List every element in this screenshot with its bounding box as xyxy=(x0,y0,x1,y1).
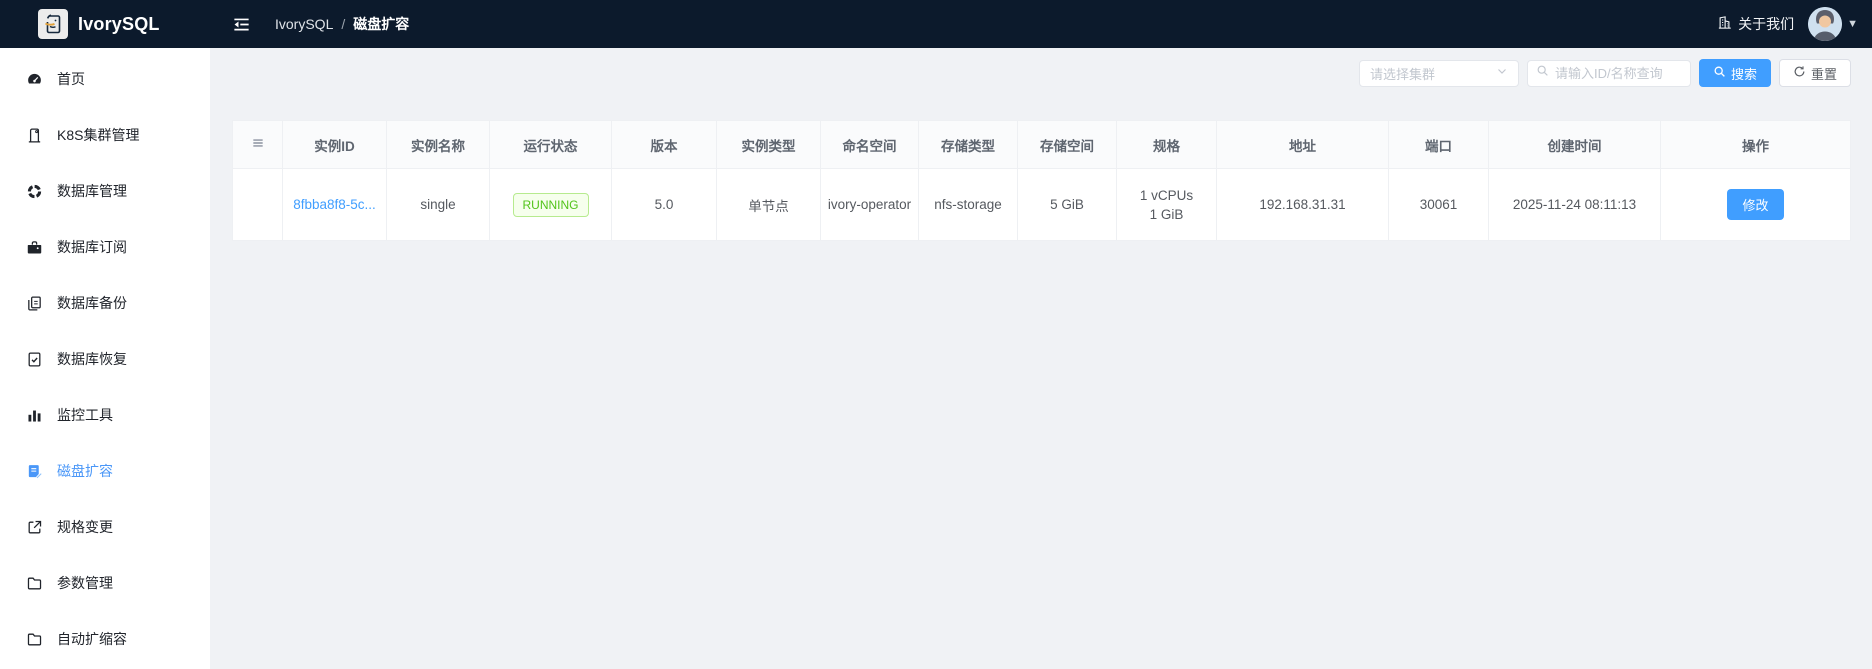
table-header-row: 实例ID 实例名称 运行状态 版本 实例类型 命名空间 存储类型 存储空间 规格… xyxy=(232,120,1851,169)
folder-icon xyxy=(26,575,43,592)
column-header-instance-id: 实例ID xyxy=(282,120,387,169)
namespace-cell: ivory-operator xyxy=(820,168,919,241)
storage-type-cell: nfs-storage xyxy=(918,168,1018,241)
search-button[interactable]: 搜索 xyxy=(1698,59,1771,87)
refresh-icon xyxy=(1793,65,1806,81)
cluster-icon xyxy=(26,127,43,144)
column-header-namespace: 命名空间 xyxy=(820,120,919,169)
sidebar-item-database-subscription[interactable]: 数据库订阅 xyxy=(0,219,210,275)
caret-down-icon: ▼ xyxy=(1847,18,1858,30)
chevron-down-icon xyxy=(1496,64,1508,82)
table-row: 8fbba8f8-5c... single RUNNING 5.0 单节点 iv… xyxy=(232,168,1851,241)
sidebar-item-k8s-clusters[interactable]: K8S集群管理 xyxy=(0,107,210,163)
sidebar: 首页 K8S集群管理 数据库管理 数据库订阅 数据库备份 数据库恢复 监控工具 … xyxy=(0,48,210,669)
brand-name: IvorySQL xyxy=(78,13,160,34)
modify-button[interactable]: 修改 xyxy=(1727,189,1784,220)
spec-change-icon xyxy=(26,519,43,536)
reset-button-label: 重置 xyxy=(1810,66,1837,82)
sidebar-item-label: 数据库恢复 xyxy=(57,351,127,367)
sidebar-item-label: 数据库管理 xyxy=(57,183,127,199)
search-icon xyxy=(1713,65,1726,81)
sidebar-item-label: 监控工具 xyxy=(57,407,113,423)
sidebar-item-label: K8S集群管理 xyxy=(57,127,140,143)
spec-vcpus: 1 vCPUs xyxy=(1139,187,1194,203)
about-us-link[interactable]: 关于我们 xyxy=(1717,14,1794,34)
restore-icon xyxy=(26,351,43,368)
sidebar-item-spec-change[interactable]: 规格变更 xyxy=(0,499,210,555)
monitor-icon xyxy=(26,407,43,424)
sidebar-item-home[interactable]: 首页 xyxy=(0,51,210,107)
column-header-status: 运行状态 xyxy=(489,120,612,169)
sidebar-item-disk-expansion[interactable]: 磁盘扩容 xyxy=(0,443,210,499)
backup-icon xyxy=(26,295,43,312)
column-header-actions: 操作 xyxy=(1660,120,1851,169)
sidebar-item-label: 数据库备份 xyxy=(57,295,127,311)
status-badge: RUNNING xyxy=(512,192,589,217)
brand[interactable]: IvorySQL xyxy=(0,9,210,39)
column-header-storage-size: 存储空间 xyxy=(1017,120,1117,169)
column-header-address: 地址 xyxy=(1216,120,1389,169)
topbar: IvorySQL IvorySQL / 磁盘扩容 关于我们 ▼ xyxy=(0,0,1872,48)
user-menu[interactable]: ▼ xyxy=(1808,7,1858,41)
sidebar-item-auto-scaling[interactable]: 自动扩缩容 xyxy=(0,611,210,667)
breadcrumb-root[interactable]: IvorySQL xyxy=(275,16,333,32)
folder-icon xyxy=(26,631,43,648)
search-button-label: 搜索 xyxy=(1730,66,1757,82)
sidebar-item-database-manage[interactable]: 数据库管理 xyxy=(0,163,210,219)
column-header-spec: 规格 xyxy=(1116,120,1217,169)
cluster-select[interactable]: 请选择集群 xyxy=(1358,59,1519,87)
avatar xyxy=(1808,7,1843,41)
sidebar-item-label: 磁盘扩容 xyxy=(57,463,113,479)
sidebar-item-label: 规格变更 xyxy=(57,519,113,535)
filter-bar: 请选择集群 搜索 重置 xyxy=(232,59,1851,87)
menu-fold-icon[interactable] xyxy=(232,15,251,34)
dashboard-icon xyxy=(26,71,43,88)
port-cell: 30061 xyxy=(1388,168,1489,241)
address-cell: 192.168.31.31 xyxy=(1216,168,1389,241)
column-header-instance-name: 实例名称 xyxy=(386,120,490,169)
instance-id-link[interactable]: 8fbba8f8-5c... xyxy=(293,197,376,212)
storage-size-cell: 5 GiB xyxy=(1017,168,1117,241)
sidebar-item-database-restore[interactable]: 数据库恢复 xyxy=(0,331,210,387)
breadcrumb-current: 磁盘扩容 xyxy=(353,16,410,32)
column-header-version: 版本 xyxy=(611,120,717,169)
breadcrumb-separator: / xyxy=(341,16,346,32)
column-header-port: 端口 xyxy=(1388,120,1489,169)
disk-expand-icon xyxy=(26,463,43,480)
column-settings-header[interactable] xyxy=(232,120,283,169)
search-icon xyxy=(1536,64,1549,82)
column-settings-icon xyxy=(251,136,265,150)
instances-table: 实例ID 实例名称 运行状态 版本 实例类型 命名空间 存储类型 存储空间 规格… xyxy=(232,120,1851,241)
search-input[interactable] xyxy=(1554,65,1682,81)
cluster-select-placeholder: 请选择集群 xyxy=(1369,66,1435,82)
breadcrumb: IvorySQL / 磁盘扩容 xyxy=(275,14,409,34)
spec-memory: 1 GiB xyxy=(1149,206,1184,222)
column-header-storage-type: 存储类型 xyxy=(918,120,1018,169)
sidebar-item-database-backup[interactable]: 数据库备份 xyxy=(0,275,210,331)
database-manage-icon xyxy=(26,183,43,200)
reset-button[interactable]: 重置 xyxy=(1778,59,1851,87)
version-cell: 5.0 xyxy=(611,168,717,241)
subscription-icon xyxy=(26,239,43,256)
ivorysql-logo-icon xyxy=(38,9,68,39)
sidebar-item-parameter-manage[interactable]: 参数管理 xyxy=(0,555,210,611)
instance-type-cell: 单节点 xyxy=(716,168,821,241)
row-select-cell xyxy=(232,168,283,241)
main-content: 请选择集群 搜索 重置 xyxy=(210,48,1872,669)
sidebar-item-label: 参数管理 xyxy=(57,575,113,591)
sidebar-item-monitoring-tools[interactable]: 监控工具 xyxy=(0,387,210,443)
sidebar-item-label: 数据库订阅 xyxy=(57,239,127,255)
sidebar-item-label: 首页 xyxy=(57,71,85,87)
search-box xyxy=(1526,59,1691,87)
column-header-instance-type: 实例类型 xyxy=(716,120,821,169)
about-us-label: 关于我们 xyxy=(1738,16,1795,32)
created-at-cell: 2025-11-24 08:11:13 xyxy=(1488,168,1661,241)
building-icon xyxy=(1717,15,1732,33)
column-header-created-at: 创建时间 xyxy=(1488,120,1661,169)
sidebar-item-label: 自动扩缩容 xyxy=(57,631,127,647)
instance-name-cell: single xyxy=(386,168,490,241)
spec-cell: 1 vCPUs 1 GiB xyxy=(1116,168,1217,241)
